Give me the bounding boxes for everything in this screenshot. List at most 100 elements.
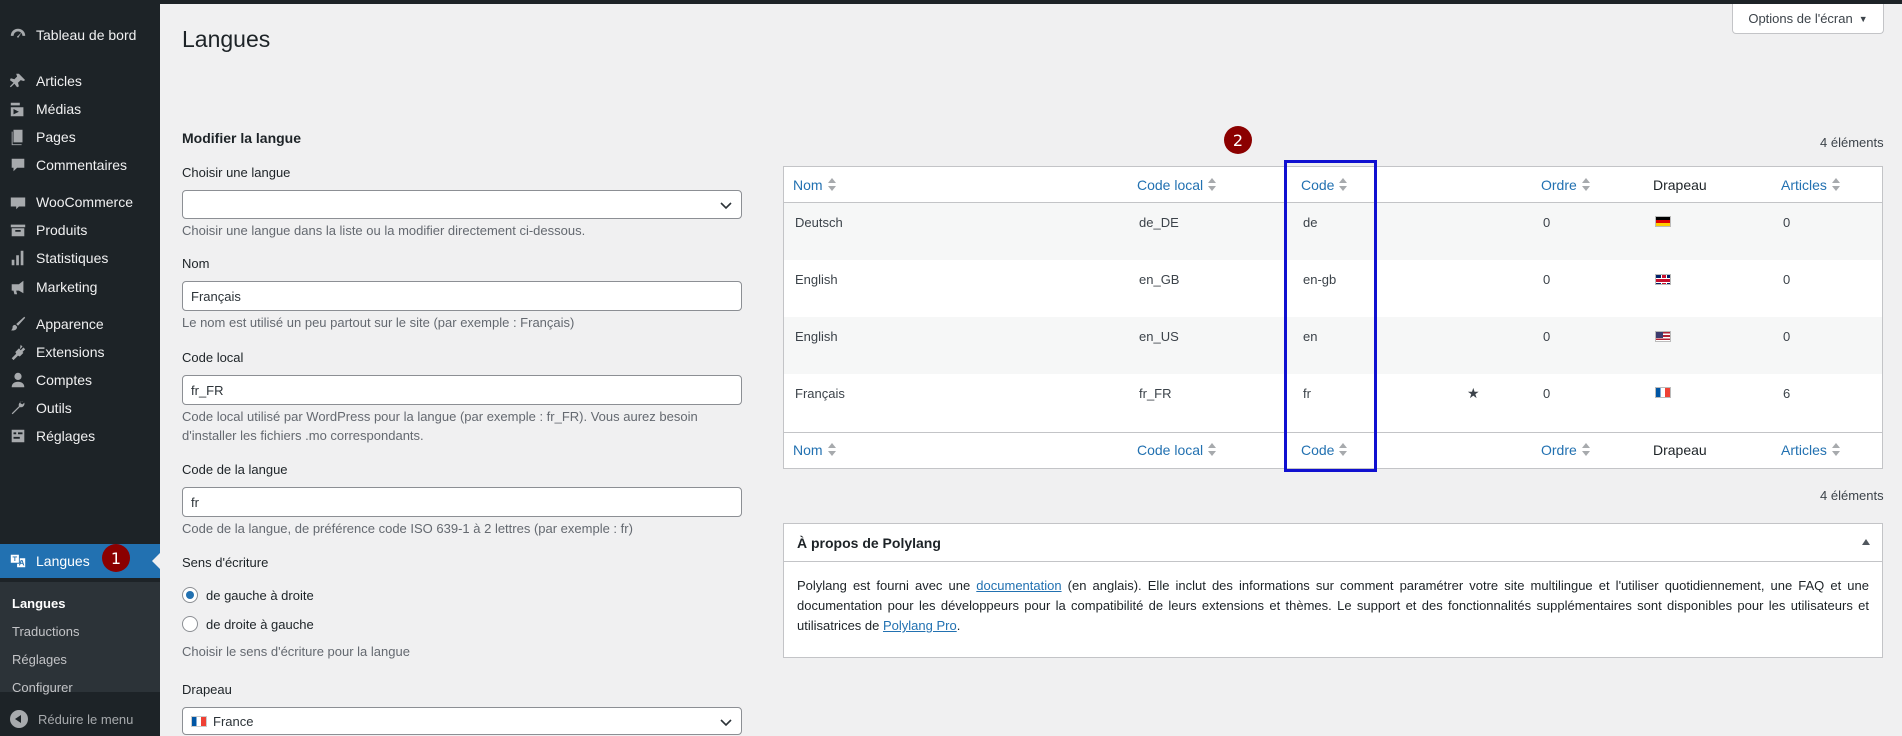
posts-count-link[interactable]: 6	[1783, 386, 1790, 401]
sort-icon	[1581, 443, 1590, 457]
stats-icon	[8, 248, 28, 268]
admin-top-bar	[0, 0, 1902, 4]
annotation-badge-2: 2	[1224, 126, 1252, 154]
column-footer-posts[interactable]: Articles	[1781, 442, 1840, 458]
flag-select-value: France	[213, 713, 254, 729]
language-name-link[interactable]: Français	[795, 386, 845, 401]
name-input-value: Français	[191, 288, 241, 304]
locale-cell: de_DE	[1139, 215, 1179, 230]
submenu-item-settings[interactable]: Réglages	[12, 652, 67, 667]
dashboard-icon	[8, 25, 28, 45]
locale-cell: en_US	[1139, 329, 1179, 344]
locale-input[interactable]: fr_FR	[182, 375, 742, 405]
collapse-icon	[10, 710, 28, 728]
order-cell: 0	[1543, 386, 1551, 401]
name-help: Le nom est utilisé un peu partout sur le…	[182, 315, 575, 330]
user-icon	[8, 370, 28, 390]
column-header-name[interactable]: Nom	[793, 177, 836, 193]
uk-flag-icon	[1655, 274, 1671, 285]
code-column-highlight	[1284, 160, 1377, 472]
name-input[interactable]: Français	[182, 281, 742, 311]
direction-label: Sens d'écriture	[182, 555, 269, 570]
direction-help: Choisir le sens d'écriture pour la langu…	[182, 644, 410, 659]
sidebar-item-label: Outils	[36, 400, 72, 416]
products-icon	[8, 220, 28, 240]
rtl-radio[interactable]	[182, 616, 198, 632]
sort-icon	[827, 443, 836, 457]
france-flag-icon	[191, 715, 207, 727]
pages-icon	[8, 127, 28, 147]
language-name-link[interactable]: Deutsch	[795, 215, 843, 230]
sidebar-item-comments[interactable]: Commentaires	[0, 148, 160, 182]
polylang-pro-link[interactable]: Polylang Pro	[883, 618, 957, 633]
sidebar-item-marketing[interactable]: Marketing	[0, 270, 160, 304]
ltr-label: de gauche à droite	[206, 587, 314, 603]
media-icon	[8, 99, 28, 119]
column-header-locale[interactable]: Code local	[1137, 177, 1217, 193]
sidebar-item-label: Statistiques	[36, 250, 109, 266]
language-code-help: Code de la langue, de préférence code IS…	[182, 521, 633, 536]
submenu-item-configure[interactable]: Configurer	[12, 680, 73, 695]
sidebar-item-languages[interactable]: Langues	[0, 544, 160, 578]
sidebar-item-label: Marketing	[36, 279, 98, 295]
submenu-item-languages[interactable]: Langues	[12, 596, 65, 611]
ltr-radio[interactable]	[182, 587, 198, 603]
screen-options-button[interactable]: Options de l'écran ▼	[1732, 4, 1884, 34]
settings-icon	[8, 426, 28, 446]
sidebar-item-dashboard[interactable]: Tableau de bord	[0, 18, 160, 52]
about-polylang-header[interactable]: À propos de Polylang	[784, 524, 1882, 562]
admin-sidebar: Tableau de bord Articles Médias Pages Co…	[0, 4, 160, 736]
about-polylang-title: À propos de Polylang	[797, 534, 941, 551]
collapse-menu-button[interactable]: Réduire le menu	[0, 704, 160, 734]
locale-label: Code local	[182, 350, 244, 365]
sidebar-item-settings[interactable]: Réglages	[0, 419, 160, 453]
locale-cell: en_GB	[1139, 272, 1180, 287]
posts-count-link[interactable]: 0	[1783, 329, 1790, 344]
name-label: Nom	[182, 256, 210, 271]
documentation-link[interactable]: documentation	[976, 578, 1061, 593]
direction-rtl-option[interactable]: de droite à gauche	[182, 616, 314, 632]
column-footer-name[interactable]: Nom	[793, 442, 836, 458]
annotation-badge-1: 1	[102, 544, 130, 572]
pin-icon	[8, 71, 28, 91]
form-heading: Modifier la langue	[182, 130, 302, 146]
flag-select[interactable]: France	[182, 707, 742, 735]
sort-icon	[1831, 178, 1840, 192]
sidebar-item-label: Commentaires	[36, 157, 128, 173]
sidebar-item-label: Médias	[36, 101, 82, 117]
language-name-link[interactable]: English	[795, 272, 838, 287]
locale-help: Code local utilisé par WordPress pour la…	[182, 409, 698, 443]
column-header-posts[interactable]: Articles	[1781, 177, 1840, 193]
sidebar-item-label: Tableau de bord	[36, 27, 137, 43]
language-name-link[interactable]: English	[795, 329, 838, 344]
choose-language-help: Choisir une langue dans la liste ou la m…	[182, 223, 586, 238]
language-code-label: Code de la langue	[182, 462, 288, 477]
sidebar-item-label: Produits	[36, 222, 88, 238]
flag-label: Drapeau	[182, 682, 232, 697]
translate-icon	[8, 551, 28, 571]
column-footer-locale[interactable]: Code local	[1137, 442, 1217, 458]
languages-submenu: Langues Traductions Réglages Configurer	[0, 582, 160, 695]
column-header-order[interactable]: Ordre	[1541, 177, 1590, 193]
items-count-top: 4 éléments	[1820, 135, 1884, 150]
sidebar-item-label: Pages	[36, 129, 76, 145]
choose-language-select[interactable]	[182, 190, 742, 219]
column-header-flag: Drapeau	[1653, 177, 1707, 193]
megaphone-icon	[8, 277, 28, 297]
posts-count-link[interactable]: 0	[1783, 272, 1790, 287]
direction-ltr-option[interactable]: de gauche à droite	[182, 587, 314, 603]
sidebar-item-label: Réglages	[36, 428, 96, 444]
about-polylang-box: À propos de Polylang Polylang est fourni…	[783, 523, 1883, 658]
sidebar-item-label: WooCommerce	[36, 194, 133, 210]
sort-icon	[1208, 443, 1217, 457]
submenu-item-translations[interactable]: Traductions	[12, 624, 79, 639]
sort-icon	[827, 178, 836, 192]
order-cell: 0	[1543, 329, 1551, 344]
collapse-toggle-icon[interactable]	[1862, 539, 1870, 545]
column-footer-order[interactable]: Ordre	[1541, 442, 1590, 458]
posts-count-link[interactable]: 0	[1783, 215, 1790, 230]
language-code-input[interactable]: fr	[182, 487, 742, 517]
column-footer-flag: Drapeau	[1653, 442, 1707, 458]
sidebar-item-label: Articles	[36, 73, 82, 89]
comments-icon	[8, 155, 28, 175]
